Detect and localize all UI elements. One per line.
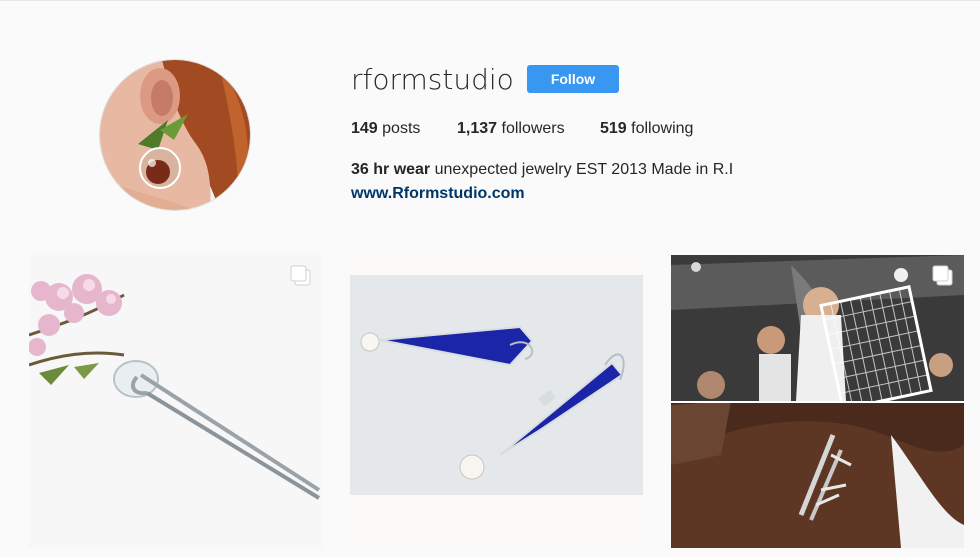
post-image-2 (350, 255, 643, 548)
profile-username: rformstudio (351, 63, 514, 96)
stat-followers-label[interactable]: followers (502, 120, 565, 137)
post-image-3 (671, 255, 964, 548)
follow-button[interactable]: Follow (527, 65, 619, 93)
top-divider (0, 0, 980, 1)
stat-posts: 149 posts (351, 120, 420, 138)
stat-followers[interactable]: 1,137 followers (457, 120, 565, 138)
profile-avatar[interactable] (99, 59, 251, 211)
post-tile-2[interactable] (350, 255, 643, 548)
stat-following[interactable]: 519 following (600, 120, 693, 138)
stat-following-count[interactable]: 519 (600, 120, 627, 137)
stat-followers-count[interactable]: 1,137 (457, 120, 497, 137)
profile-bio: 36 hr wear unexpected jewelry EST 2013 M… (351, 160, 733, 180)
post-image-1 (29, 255, 322, 548)
bio-text: unexpected jewelry EST 2013 Made in R.I (434, 161, 734, 178)
stat-following-label[interactable]: following (631, 120, 693, 137)
post-tile-3[interactable] (671, 255, 964, 548)
carousel-icon (932, 265, 953, 286)
stat-posts-count: 149 (351, 120, 378, 137)
profile-website-link[interactable]: www.Rformstudio.com (351, 184, 525, 204)
bio-bold: 36 hr wear (351, 161, 431, 178)
post-tile-1[interactable] (29, 255, 322, 548)
carousel-icon (290, 265, 311, 286)
stat-posts-label: posts (382, 120, 421, 137)
